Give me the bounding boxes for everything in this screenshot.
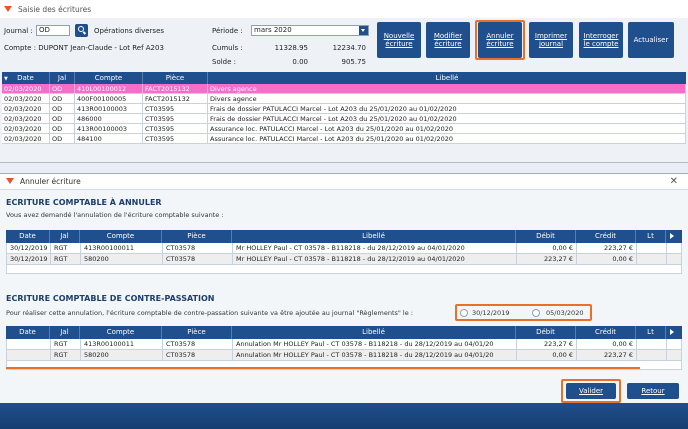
dialog-grid1-header: Date Jal Compte Pièce Libellé Débit Créd… [6, 230, 682, 243]
date-choice-highlight [455, 304, 592, 321]
cumuls-label: Cumuls : [212, 44, 243, 52]
periode-label: Période : [212, 27, 243, 35]
table-row[interactable]: 02/03/2020 OD 413R00100003 CT03595 Assurance… [2, 124, 686, 134]
table-row[interactable]: RGT 413R00100011 CT03578 Annulation Mr HOLL… [7, 339, 681, 350]
scroll-right-icon[interactable] [666, 230, 682, 243]
table-row[interactable]: 02/03/2020 OD 410L00100012 FACT2015132 Diver… [2, 84, 686, 94]
table-row[interactable]: 02/03/2020 OD 400F00100005 FACT2015132 Diver… [2, 94, 686, 104]
header-lt[interactable]: Lt [636, 326, 666, 339]
interroger-compte-button[interactable]: Interroger le compte [579, 22, 623, 58]
journal-search-button[interactable] [75, 24, 88, 37]
main-window: Saisie des écritures Journal : OD Opérat… [0, 0, 688, 163]
app-logo-icon [4, 5, 13, 13]
main-titlebar: Saisie des écritures [0, 0, 688, 18]
header-piece[interactable]: Pièce [162, 326, 232, 339]
cumuls-credit: 12234.70 [332, 44, 366, 52]
header-date[interactable]: Date [6, 326, 50, 339]
dialog-grid2-rows: RGT 413R00100011 CT03578 Annulation Mr HOLL… [6, 339, 682, 370]
section1-subtitle: Vous avez demandé l'annulation de l'écri… [6, 211, 224, 219]
table-row[interactable]: 30/12/2019 RGT 580200 CT03578 Mr HOLLEY Paul… [7, 254, 681, 265]
header-debit[interactable]: Débit [516, 230, 576, 243]
dialog-titlebar: Annuler écriture [0, 174, 688, 190]
table-row[interactable]: 02/03/2020 OD 484100 CT03595 Assurance loc. … [2, 134, 686, 144]
table-row[interactable]: 30/12/2019 RGT 413R00100011 CT03578 Mr HOLLE… [7, 243, 681, 254]
solde-credit: 905.75 [341, 58, 367, 66]
retour-button[interactable]: Retour [627, 383, 679, 399]
table-row[interactable]: 02/03/2020 OD 486000 CT03595 Frais de dossie… [2, 114, 686, 124]
imprimer-journal-button[interactable]: Imprimer journal [529, 22, 573, 58]
header-jal[interactable]: Jal [50, 326, 80, 339]
table-row[interactable]: RGT 580200 CT03578 Annulation Mr HOLLEY Pau… [7, 350, 681, 361]
solde-label: Solde : [212, 58, 237, 66]
annuler-highlight [475, 20, 525, 60]
main-grid-header: ▼ Date Jal Compte Pièce Libellé [2, 72, 686, 84]
modifier-ecriture-button[interactable]: Modifier écriture [426, 22, 470, 58]
header-date[interactable]: ▼ Date [2, 72, 50, 84]
header-lt[interactable]: Lt [636, 230, 666, 243]
dialog-grid1-rows: 30/12/2019 RGT 413R00100011 CT03578 Mr HOLLE… [6, 243, 682, 274]
window-title: Saisie des écritures [18, 4, 92, 14]
chevron-down-icon[interactable] [359, 26, 368, 35]
app-logo-icon [6, 178, 15, 185]
contre-passation-highlight [6, 367, 640, 369]
journal-input[interactable]: OD [36, 25, 70, 36]
annuler-ecriture-dialog: Annuler écriture ✕ ECRITURE COMPTABLE À … [0, 173, 688, 429]
cumuls-debit: 11328.95 [274, 44, 308, 52]
close-icon[interactable]: ✕ [670, 176, 678, 187]
header-piece[interactable]: Pièce [162, 230, 232, 243]
header-date[interactable]: Date [6, 230, 50, 243]
table-row[interactable]: 02/03/2020 OD 413R00100003 CT03595 Frais de … [2, 104, 686, 114]
header-libelle[interactable]: Libellé [232, 230, 516, 243]
header-compte[interactable]: Compte [80, 326, 162, 339]
header-credit[interactable]: Crédit [576, 326, 636, 339]
compte-label: Compte : DUPONT Jean-Claude - Lot Ref A2… [4, 44, 164, 52]
header-compte[interactable]: Compte [80, 230, 162, 243]
header-jal[interactable]: Jal [50, 72, 75, 84]
header-jal[interactable]: Jal [50, 230, 80, 243]
journal-description: Opérations diverses [94, 27, 165, 35]
main-grid-rows: 02/03/2020 OD 410L00100012 FACT2015132 Diver… [2, 84, 686, 144]
scroll-right-icon[interactable] [666, 326, 682, 339]
dialog-grid2-header: Date Jal Compte Pièce Libellé Débit Créd… [6, 326, 682, 339]
dialog-title: Annuler écriture [20, 177, 81, 186]
table-row-empty [7, 265, 681, 274]
bottom-bar [0, 403, 688, 429]
header-compte[interactable]: Compte [75, 72, 143, 84]
periode-select[interactable]: mars 2020 [251, 25, 369, 36]
section1-title: ECRITURE COMPTABLE À ANNULER [6, 198, 162, 207]
header-credit[interactable]: Crédit [576, 230, 636, 243]
header-libelle[interactable]: Libellé [232, 326, 516, 339]
header-piece[interactable]: Pièce [143, 72, 208, 84]
journal-label: Journal : [4, 27, 33, 35]
header-debit[interactable]: Débit [516, 326, 576, 339]
solde-debit: 0.00 [292, 58, 308, 66]
nouvelle-ecriture-button[interactable]: Nouvelle écriture [377, 22, 421, 58]
header-libelle[interactable]: Libellé [208, 72, 686, 84]
valider-highlight [561, 379, 621, 403]
section2-subtitle: Pour réaliser cette annulation, l'écritu… [6, 309, 413, 317]
actualiser-button[interactable]: Actualiser [628, 22, 674, 58]
section2-title: ECRITURE COMPTABLE DE CONTRE-PASSATION [6, 294, 215, 303]
